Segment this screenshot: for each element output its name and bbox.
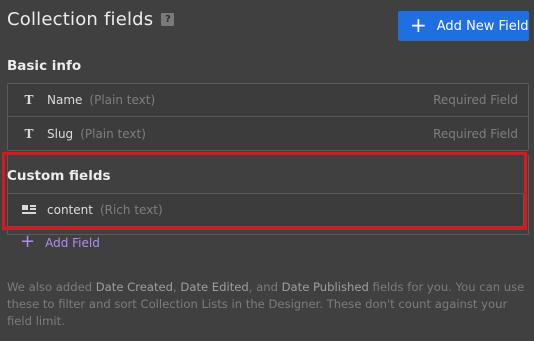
date-edited-term: Date Edited (180, 280, 249, 294)
help-icon[interactable]: ? (161, 13, 175, 26)
field-type: (Rich text) (99, 203, 163, 217)
add-field-label: Add Field (45, 236, 100, 250)
add-new-field-label: Add New Field (436, 18, 529, 34)
field-name: content (47, 203, 93, 217)
date-created-term: Date Created (95, 280, 174, 294)
page-title: Collection fields (7, 9, 154, 30)
text-type-icon: T (24, 93, 34, 107)
rich-text-icon (22, 205, 36, 215)
add-new-field-button[interactable]: + Add New Field (398, 11, 529, 41)
field-row-slug[interactable]: T Slug (Plain text) Required Field (8, 117, 528, 150)
footnote-part: We also added (7, 280, 96, 294)
field-name: Slug (47, 126, 74, 141)
field-row-content[interactable]: content (Rich text) (8, 194, 523, 226)
date-published-term: Date Published (281, 280, 369, 294)
field-row-name[interactable]: T Name (Plain text) Required Field (8, 84, 528, 117)
custom-fields-heading: Custom fields (7, 168, 111, 184)
text-type-icon: T (24, 126, 34, 141)
custom-fields-list: content (Rich text) (7, 193, 524, 227)
required-field-label: Required Field (433, 93, 518, 107)
basic-info-fields: T Name (Plain text) Required Field T Slu… (7, 83, 529, 151)
plus-icon: + (410, 13, 427, 37)
footnote-part: , and (248, 280, 282, 294)
field-type: (Plain text) (89, 93, 156, 107)
field-name: Name (47, 93, 83, 107)
field-type: (Plain text) (80, 126, 146, 141)
plus-icon: + (20, 231, 36, 252)
basic-info-heading: Basic info (7, 58, 82, 74)
footnote-text: We also added Date Created, Date Edited,… (7, 279, 527, 330)
page-header: Collection fields ? (7, 9, 175, 30)
add-field-link[interactable]: + Add Field (20, 231, 100, 252)
required-field-label: Required Field (433, 126, 518, 141)
